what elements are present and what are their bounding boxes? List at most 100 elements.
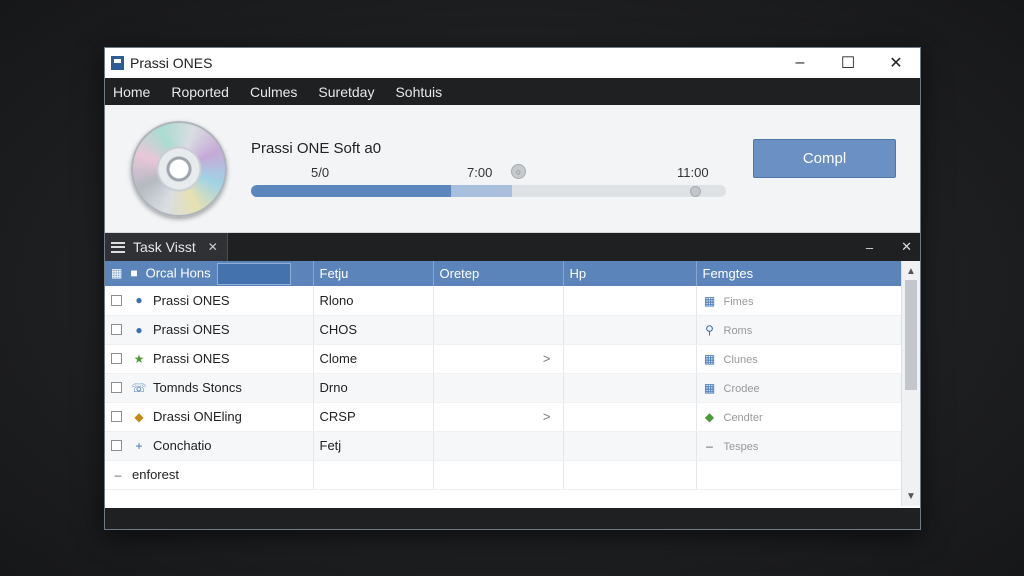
minimize-icon[interactable]: – [776,48,824,78]
column-filter-input[interactable] [216,262,291,285]
progress-buffer [450,185,513,197]
menu-icon[interactable] [111,241,125,253]
cell-col2: Drno [313,373,434,403]
row-tag: Crodee [723,383,760,395]
progress-thumb[interactable] [690,186,701,197]
cell-col3: > [433,344,564,374]
column-header-3[interactable]: Oretep [433,261,564,286]
cell-col2 [313,460,434,490]
pencil-blue-icon: ● [135,293,143,308]
menu-item-suretday[interactable]: Suretday [318,84,374,100]
status-dot-icon[interactable]: ○ [511,164,526,179]
menu-item-culmes[interactable]: Culmes [250,84,297,100]
cell-col3 [433,460,564,490]
panel-close-icon[interactable]: ✕ [901,239,912,255]
menu-item-roported[interactable]: Roported [171,84,229,100]
compass-blue-icon: ● [135,322,143,337]
table-row[interactable]: ★ Prassi ONES Clome > ▦ Clunes [105,344,904,374]
cell-col5: ▦ Crodee [696,373,904,403]
player-panel: Prassi ONE Soft a0 5/0 7:00 ○ 11:00 Comp… [105,105,920,233]
menu-bar: Home Roported Culmes Suretday Sohtuis [105,78,920,105]
table-row[interactable]: + Conchatio Fetj – Tespes [105,431,904,461]
vertical-scrollbar[interactable]: ▲ ▼ [901,261,920,506]
tab-task-list[interactable]: Task Visst ✕ [105,233,228,261]
row-name: Prassi ONES [153,322,230,337]
plus-blue-icon: + [135,438,143,453]
scroll-thumb[interactable] [905,280,917,390]
cell-col2: Fetj [313,431,434,461]
cell-col3: > [433,402,564,432]
panel-minimize-icon[interactable]: – [866,240,873,255]
cell-col4 [563,315,697,345]
table-row[interactable]: ◆ Drassi ONEling CRSP > ◆ Cendter [105,402,904,432]
progress-bar[interactable] [251,185,726,197]
task-table-area: ▦ ■ Orcal Hons Fetju Oretep Hp Femgtes ● Pr… [105,261,920,506]
folder-icon: ■ [130,265,138,280]
row-checkbox[interactable] [111,294,122,306]
row-tag: Clunes [723,354,758,366]
column-header-name[interactable]: ▦ ■ Orcal Hons [105,261,314,286]
window-title: Prassi ONES [130,55,213,71]
scroll-up-icon[interactable]: ▲ [902,263,920,279]
cell-col3 [433,373,564,403]
panel-controls: – ✕ [866,233,912,261]
column-header-4[interactable]: Hp [563,261,697,286]
dash-icon: – [706,439,713,453]
row-checkbox[interactable] [111,440,122,451]
progress-fill [251,185,451,197]
cell-col5 [696,460,904,490]
time-end: 11:00 [677,165,709,180]
time-start: 5/0 [311,165,330,180]
row-name: Drassi ONEling [153,409,242,424]
cell-name: ★ Prassi ONES [105,344,314,374]
maximize-icon[interactable]: ☐ [824,48,872,78]
track-title: Prassi ONE Soft a0 [251,140,382,157]
status-bar [105,508,920,529]
dash-icon: – [114,467,122,482]
table-row[interactable]: ● Prassi ONES Rlono ▦ Fimes [105,286,904,316]
scroll-down-icon[interactable]: ▼ [902,488,920,504]
cell-col3 [433,286,564,316]
cell-col4 [563,344,697,374]
cell-name: ● Prassi ONES [105,286,314,316]
row-checkbox[interactable] [111,353,122,364]
cell-col2: CHOS [313,315,434,345]
tag-orange-icon: ◆ [134,409,144,424]
row-checkbox[interactable] [111,324,122,335]
window-controls: – ☐ ✕ [776,48,920,78]
column-header-5[interactable]: Femgtes [696,261,904,286]
star-green-icon: ★ [133,351,145,366]
row-checkbox[interactable] [111,382,122,393]
close-icon[interactable]: ✕ [872,48,920,78]
table-row[interactable]: – enforest [105,460,904,490]
table-row[interactable]: ☏ Tomnds Stoncs Drno ▦ Crodee [105,373,904,403]
column-header-2[interactable]: Fetju [313,261,434,286]
row-checkbox[interactable] [111,411,122,422]
row-tag: Tespes [723,441,759,453]
title-bar[interactable]: Prassi ONES – ☐ ✕ [105,48,920,78]
compl-button[interactable]: Compl [753,139,896,178]
panel-tab-bar: Task Visst ✕ – ✕ [105,233,920,261]
chart-icon: ▦ [703,381,716,395]
cell-col2: Clome [313,344,434,374]
cell-col4 [563,286,697,316]
cell-col5: ◆ Cendter [696,402,904,432]
row-tag: Fimes [723,295,754,308]
menu-item-home[interactable]: Home [113,84,150,100]
menu-item-sohtuis[interactable]: Sohtuis [395,84,442,100]
grid-icon: ▦ [703,352,716,366]
disc-icon [131,121,227,217]
cell-col3 [433,431,564,461]
row-name: Prassi ONES [153,292,230,308]
row-name: enforest [132,467,179,482]
search-icon: ⚲ [705,323,714,337]
table-row[interactable]: ● Prassi ONES CHOS ⚲ Roms [105,315,904,345]
cell-col5: – Tespes [696,431,904,461]
cell-name: ● Prassi ONES [105,315,314,345]
time-mid: 7:00 [467,165,493,180]
tab-close-icon[interactable]: ✕ [208,240,218,254]
cell-col3 [433,315,564,345]
cell-col2: Rlono [313,286,434,316]
cell-col5: ▦ Fimes [696,286,904,316]
cell-name: ◆ Drassi ONEling [105,402,314,432]
